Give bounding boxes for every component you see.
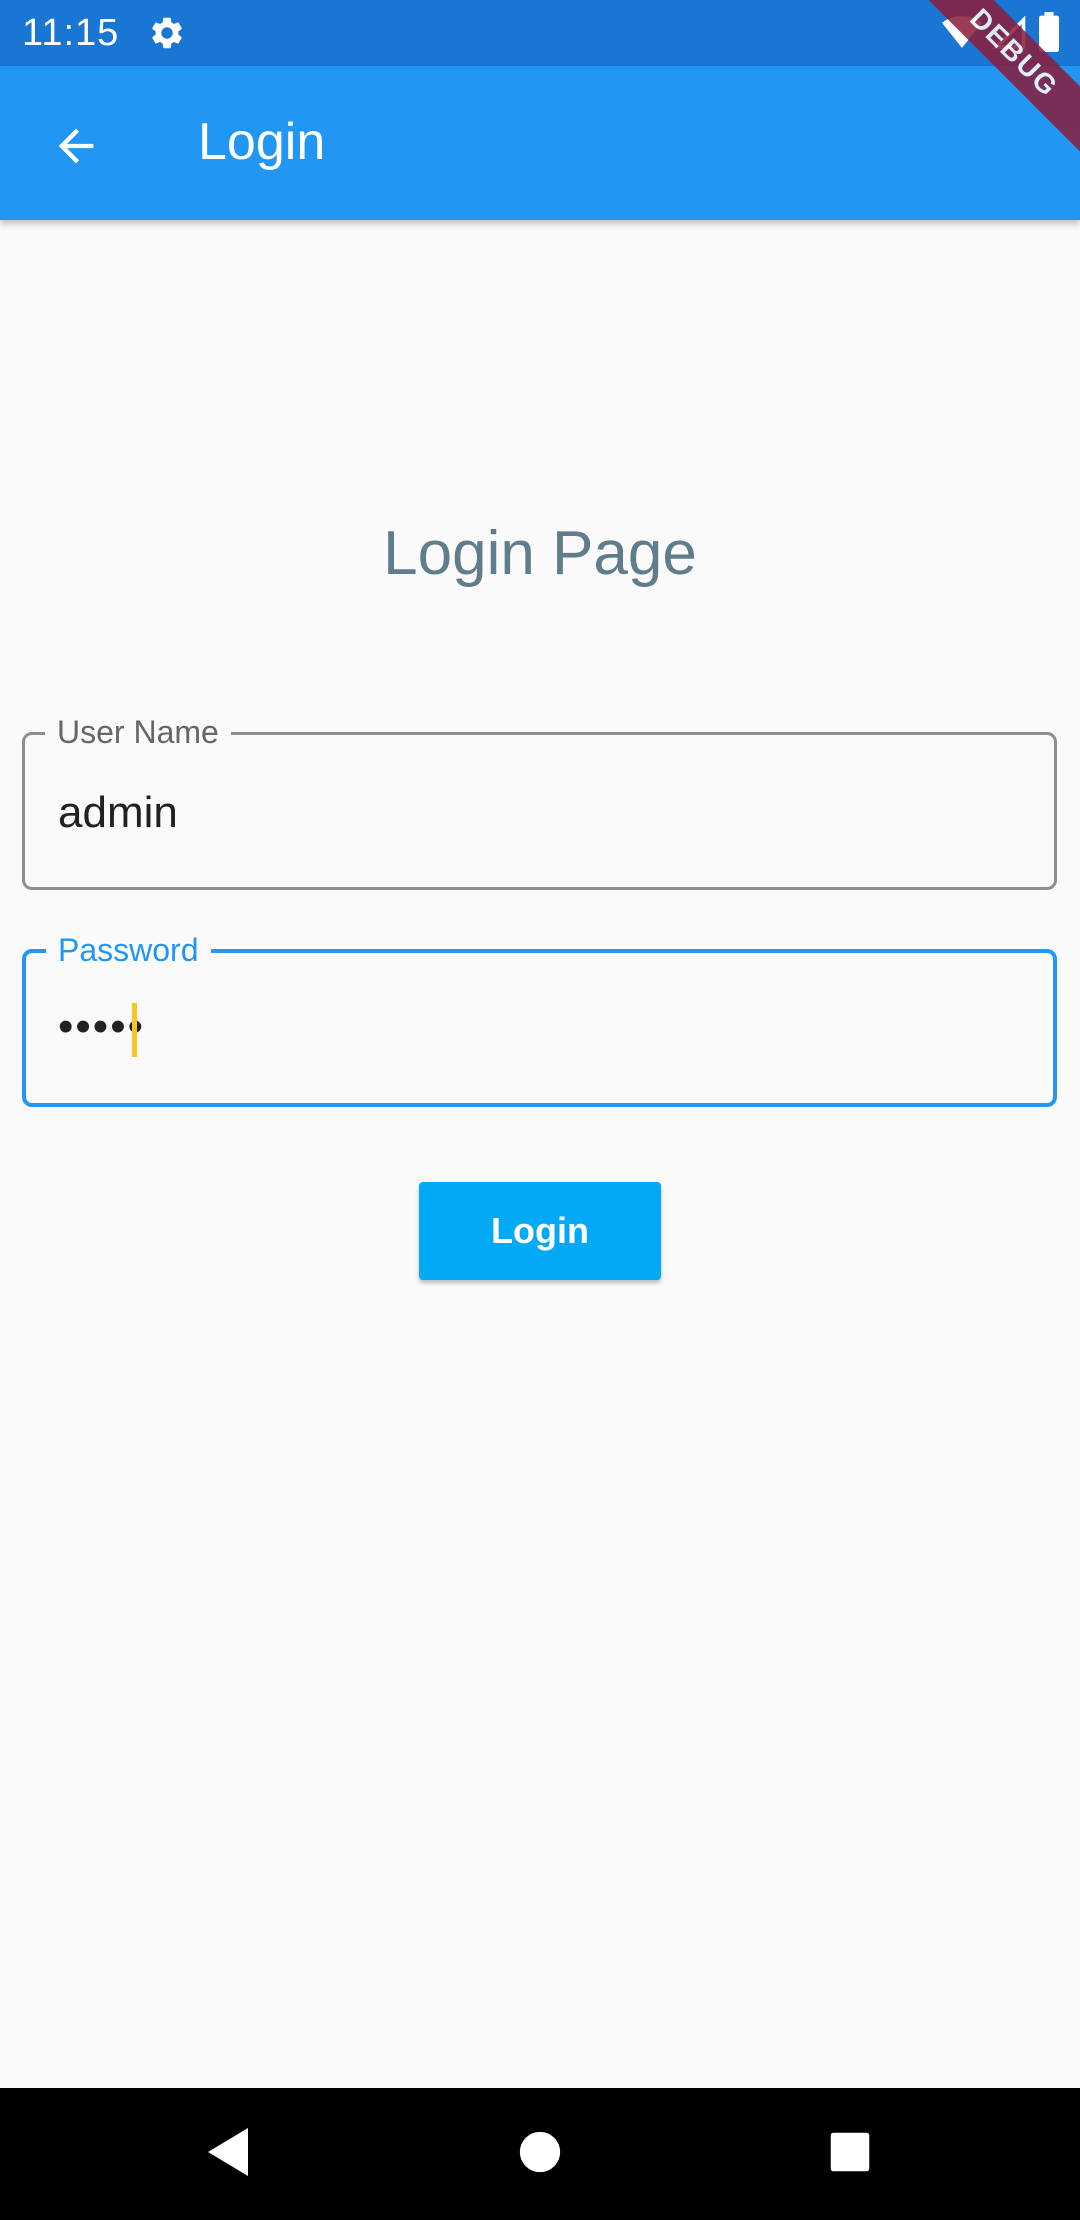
nav-recents-icon [829, 2131, 871, 2178]
page-heading: Login Page [383, 519, 697, 588]
text-cursor [132, 1003, 137, 1057]
app-bar: Login [0, 66, 1080, 220]
gear-icon [148, 14, 186, 52]
system-nav-bar [0, 2088, 1080, 2220]
nav-back-icon [204, 2126, 252, 2183]
username-label: User Name [45, 709, 231, 755]
username-input[interactable]: admin [58, 785, 178, 841]
password-field[interactable]: Password ••••• [22, 927, 1057, 1107]
app-bar-title: Login [198, 113, 326, 171]
nav-recents-button[interactable] [814, 2118, 886, 2190]
nav-back-button[interactable] [192, 2118, 264, 2190]
nav-home-button[interactable] [504, 2118, 576, 2190]
nav-home-icon [518, 2130, 562, 2179]
login-button[interactable]: Login [419, 1182, 661, 1280]
password-label: Password [46, 927, 211, 973]
login-screen: 11:15 DEBUG Login Login Page User Name a… [0, 0, 1080, 2220]
username-field[interactable]: User Name admin [22, 709, 1057, 890]
arrow-back-icon [50, 120, 102, 177]
status-bar: 11:15 DEBUG [0, 0, 1080, 162]
back-button[interactable] [36, 108, 116, 188]
status-time: 11:15 [22, 12, 120, 54]
